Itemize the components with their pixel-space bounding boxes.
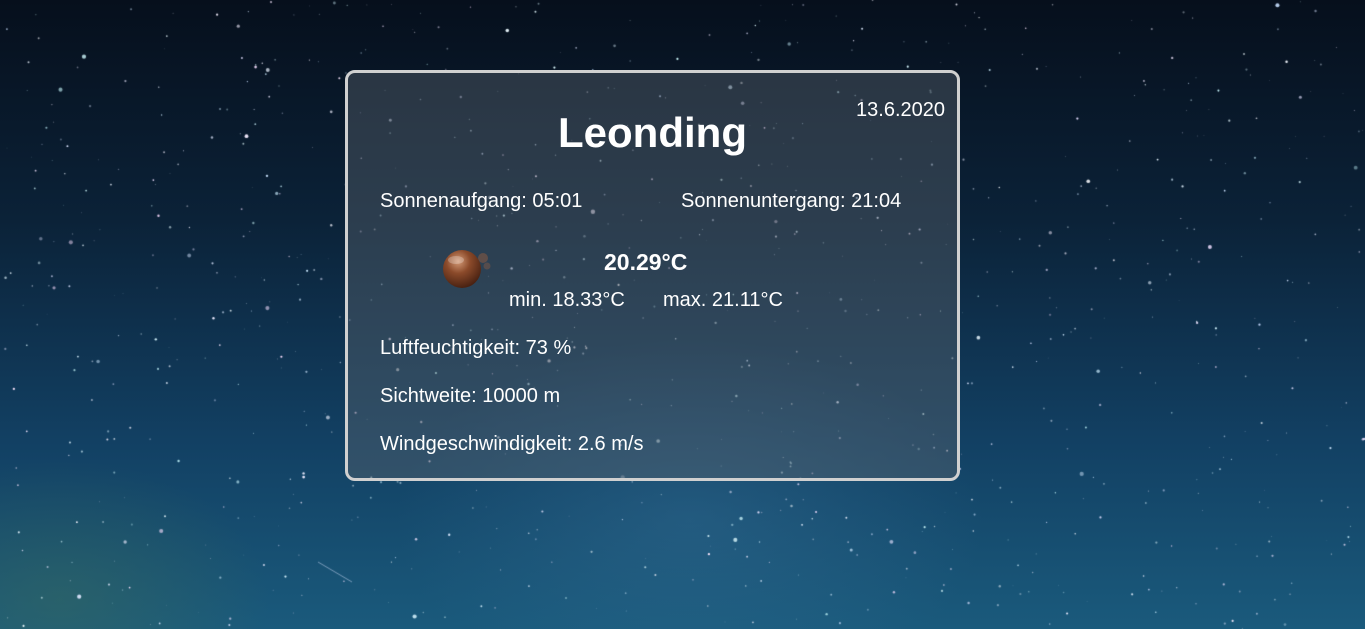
city-title: Leonding [558, 109, 747, 156]
max-temperature: max. 21.11°C [663, 289, 783, 311]
current-temperature: 20.29°C [604, 249, 688, 275]
min-temperature: min. 18.33°C [509, 289, 625, 311]
humidity-value: Luftfeuchtigkeit: 73 % [380, 337, 572, 359]
wind-speed-value: Windgeschwindigkeit: 2.6 m/s [380, 433, 644, 455]
sunset-time: Sonnenuntergang: 21:04 [681, 190, 902, 212]
sunrise-time: Sonnenaufgang: 05:01 [380, 190, 583, 212]
weather-condition-icon [443, 250, 491, 288]
visibility-value: Sichtweite: 10000 m [380, 385, 561, 407]
weather-card: 13.6.2020 Leonding Sonnenaufgang: 05:01 … [345, 70, 960, 481]
